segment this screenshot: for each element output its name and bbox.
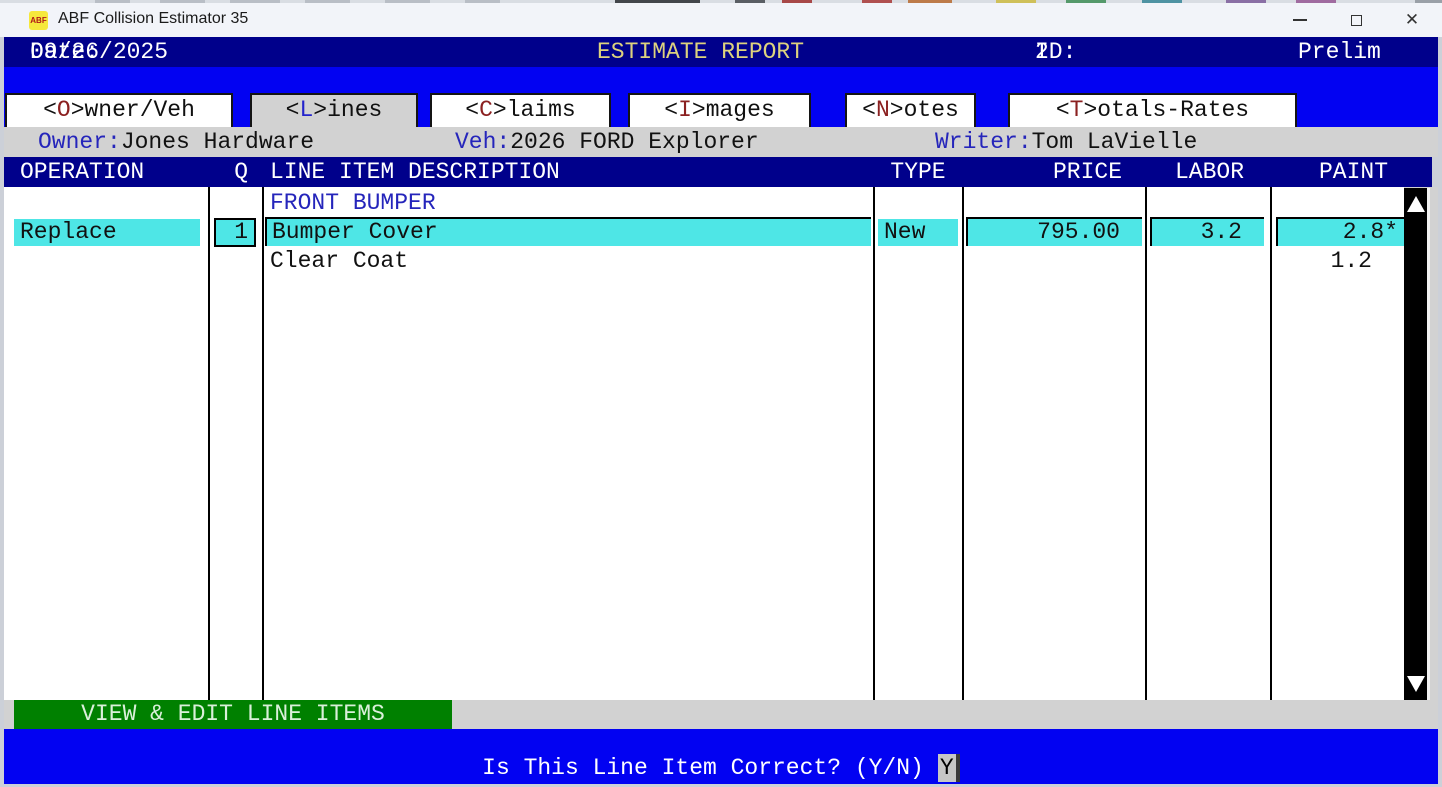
prompt-question: Is This Line Item Correct? (Y/N) xyxy=(482,755,924,781)
tab-lines[interactable]: <L>ines xyxy=(250,93,418,127)
minimize-icon xyxy=(1293,19,1307,21)
tab-label: < xyxy=(285,97,300,123)
minimize-button[interactable] xyxy=(1272,3,1328,37)
tab-label: < xyxy=(465,97,480,123)
type-field[interactable]: New xyxy=(878,219,958,246)
paint-cell: 1.2 xyxy=(1330,248,1372,274)
vehicle-field: Veh:2026 FORD Explorer xyxy=(455,127,759,157)
id-value: 2 xyxy=(1035,39,1049,65)
table-row[interactable]: Clear Coat 1.2 xyxy=(4,247,1404,277)
col-header-quantity: Q xyxy=(234,159,248,185)
tab-label: >otals-Rates xyxy=(1083,97,1250,123)
tab-hotkey: N xyxy=(875,97,890,123)
vehicle-info-bar: Owner:Jones Hardware Veh:2026 FORD Explo… xyxy=(4,127,1438,157)
vehicle-label: Veh: xyxy=(455,129,511,155)
close-icon: ✕ xyxy=(1404,10,1420,30)
tab-label: < xyxy=(862,97,876,123)
writer-label: Writer: xyxy=(935,129,1032,155)
tab-images[interactable]: <I>mages xyxy=(628,93,811,127)
quantity-field[interactable]: 1 xyxy=(214,218,256,247)
table-header: OPERATION Q LINE ITEM DESCRIPTION TYPE P… xyxy=(4,157,1432,187)
description-field[interactable]: Bumper Cover xyxy=(265,217,871,246)
col-header-paint: PAINT xyxy=(1318,159,1388,185)
category-description: FRONT BUMPER xyxy=(270,190,436,216)
col-header-operation: OPERATION xyxy=(20,159,145,185)
tab-label: >mages xyxy=(691,97,775,123)
col-header-type: TYPE xyxy=(890,159,946,185)
owner-value: Jones Hardware xyxy=(120,129,315,155)
tab-notes[interactable]: <N>otes xyxy=(845,93,976,127)
tab-hotkey: C xyxy=(479,97,493,123)
vehicle-value: 2026 FORD Explorer xyxy=(510,129,759,155)
tab-strip: <O>wner/Veh <L>ines <C>laims <I>mages <N… xyxy=(4,67,1438,127)
app-window: ABF ABF Collision Estimator 35 ✕ Date: 0… xyxy=(0,0,1442,787)
tab-label: >otes xyxy=(889,97,959,123)
prompt-input-cursor[interactable]: Y xyxy=(937,754,960,782)
tab-label: < xyxy=(1055,97,1070,123)
tab-claims[interactable]: <C>laims xyxy=(430,93,611,127)
tab-owner-veh[interactable]: <O>wner/Veh xyxy=(5,93,233,127)
col-header-description: LINE ITEM DESCRIPTION xyxy=(270,159,560,185)
titlebar: ABF ABF Collision Estimator 35 ✕ xyxy=(0,3,1442,37)
tab-hotkey: I xyxy=(678,97,692,123)
scroll-down-icon[interactable] xyxy=(1407,676,1425,692)
maximize-button[interactable] xyxy=(1328,3,1384,37)
writer-field: Writer:Tom LaVielle xyxy=(935,127,1197,157)
tab-label: < xyxy=(43,97,57,123)
tab-hotkey: O xyxy=(56,97,71,123)
tab-hotkey: T xyxy=(1069,97,1084,123)
app-icon: ABF xyxy=(29,11,48,30)
writer-value: Tom LaVielle xyxy=(1031,129,1198,155)
paint-field[interactable]: 2.8* xyxy=(1276,217,1404,246)
tab-label: >laims xyxy=(492,97,576,123)
window-title: ABF Collision Estimator 35 xyxy=(58,10,249,27)
tab-label: < xyxy=(664,97,679,123)
vertical-scrollbar[interactable] xyxy=(1404,188,1430,700)
owner-field: Owner:Jones Hardware xyxy=(38,127,314,157)
report-title: ESTIMATE REPORT xyxy=(597,39,805,65)
operation-field[interactable]: Replace xyxy=(14,219,200,246)
col-header-price: PRICE xyxy=(1052,159,1122,185)
labor-field[interactable]: 3.2 xyxy=(1150,217,1264,246)
close-button[interactable]: ✕ xyxy=(1384,3,1440,37)
scroll-up-icon[interactable] xyxy=(1407,196,1425,212)
window-controls: ✕ xyxy=(1272,3,1440,37)
line-items-table: FRONT BUMPER Replace 1 Bumper Cover New … xyxy=(4,187,1438,700)
tab-totals-rates[interactable]: <T>otals-Rates xyxy=(1008,93,1297,127)
col-header-labor: LABOR xyxy=(1174,159,1244,185)
table-row-selected[interactable]: Replace 1 Bumper Cover New 795.00 3.2 2.… xyxy=(4,217,1404,248)
status-badge: Prelim xyxy=(1298,39,1381,65)
mode-badge: VIEW & EDIT LINE ITEMS xyxy=(14,700,452,729)
tab-hotkey: L xyxy=(299,97,314,123)
price-field[interactable]: 795.00 xyxy=(966,217,1142,246)
description-cell: Clear Coat xyxy=(270,248,409,274)
report-header-bar: Date: 09/26/2025 ESTIMATE REPORT ID: 2 P… xyxy=(4,37,1438,67)
prompt-bar: Is This Line Item Correct? (Y/N) Y xyxy=(4,729,1438,784)
status-bar: VIEW & EDIT LINE ITEMS Total: 1,525.03 3… xyxy=(4,700,1438,785)
owner-label: Owner: xyxy=(38,129,121,155)
date-value: 09/26/2025 xyxy=(30,39,169,65)
tab-label: >ines xyxy=(313,97,383,123)
tab-label: >wner/Veh xyxy=(70,97,195,123)
table-row-category[interactable]: FRONT BUMPER xyxy=(4,189,1404,219)
maximize-icon xyxy=(1350,14,1362,26)
